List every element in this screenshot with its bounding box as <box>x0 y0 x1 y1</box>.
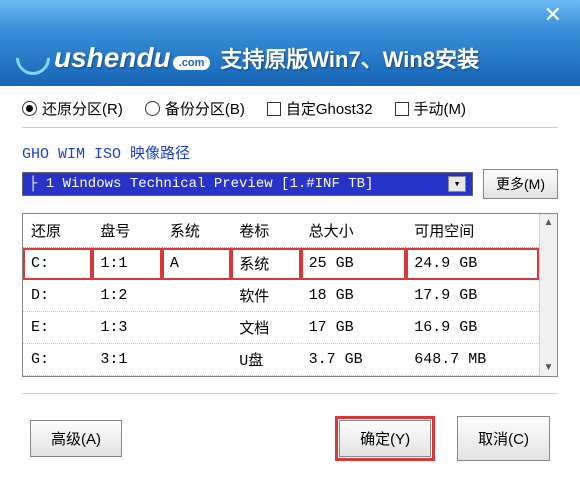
logo: ushendu.com <box>16 41 210 75</box>
ok-button[interactable]: 确定(Y) <box>339 420 431 457</box>
radio-on-icon <box>22 101 37 116</box>
check-ghost-label: 自定Ghost32 <box>286 98 373 119</box>
cell-num: 1:1 <box>92 248 161 280</box>
banner-slogan: 支持原版Win7、Win8安装 <box>220 42 479 74</box>
table-header-row: 还原 盘号 系统 卷标 总大小 可用空间 <box>23 214 539 248</box>
cell-label: 软件 <box>231 280 300 312</box>
check-manual[interactable]: 手动(M) <box>395 98 467 119</box>
radio-backup-label: 备份分区(B) <box>165 98 245 119</box>
radio-off-icon <box>145 101 160 116</box>
cell-drive: E: <box>23 312 92 344</box>
check-manual-label: 手动(M) <box>414 98 467 119</box>
image-path-value: ├ 1 Windows Technical Preview [1.#INF TB… <box>29 176 373 192</box>
cancel-button[interactable]: 取消(C) <box>457 416 550 461</box>
col-restore[interactable]: 还原 <box>23 214 92 248</box>
image-path-select[interactable]: ├ 1 Windows Technical Preview [1.#INF TB… <box>22 172 473 196</box>
cell-total: 17 GB <box>301 312 407 344</box>
cell-total: 3.7 GB <box>301 344 407 376</box>
footer: 高级(A) 确定(Y) 取消(C) <box>0 400 580 461</box>
cell-free: 17.9 GB <box>406 280 539 312</box>
chevron-down-icon[interactable]: ▾ <box>448 176 466 192</box>
more-button[interactable]: 更多(M) <box>483 169 558 199</box>
logo-swirl-icon <box>9 34 57 82</box>
partition-table: 还原 盘号 系统 卷标 总大小 可用空间 C:1:1A系统25 GB24.9 G… <box>22 213 558 377</box>
cell-drive: G: <box>23 344 92 376</box>
checkbox-icon <box>395 102 409 116</box>
cell-free: 648.7 MB <box>406 344 539 376</box>
cell-label: 文档 <box>231 312 300 344</box>
path-label: GHO WIM ISO 映像路径 <box>22 142 558 163</box>
title-bar: ✕ <box>0 0 580 30</box>
cell-sys <box>162 344 231 376</box>
cell-total: 25 GB <box>301 248 407 280</box>
mode-row: 还原分区(R) 备份分区(B) 自定Ghost32 手动(M) <box>22 98 558 119</box>
scrollbar[interactable]: ▲ ▼ <box>539 214 557 376</box>
radio-backup[interactable]: 备份分区(B) <box>145 98 245 119</box>
banner: ushendu.com 支持原版Win7、Win8安装 <box>0 30 580 86</box>
col-label[interactable]: 卷标 <box>231 214 300 248</box>
check-ghost[interactable]: 自定Ghost32 <box>267 98 373 119</box>
table-row[interactable]: G:3:1 U盘3.7 GB648.7 MB <box>23 344 539 376</box>
cell-num: 1:3 <box>92 312 161 344</box>
divider <box>22 393 558 394</box>
scroll-up-icon[interactable]: ▲ <box>544 214 554 231</box>
advanced-button[interactable]: 高级(A) <box>30 420 122 457</box>
cell-label: U盘 <box>231 344 300 376</box>
cell-label: 系统 <box>231 248 300 280</box>
cell-drive: D: <box>23 280 92 312</box>
cell-sys <box>162 312 231 344</box>
close-icon[interactable]: ✕ <box>538 2 568 28</box>
table-row[interactable]: D:1:2 软件18 GB17.9 GB <box>23 280 539 312</box>
cell-free: 24.9 GB <box>406 248 539 280</box>
checkbox-icon <box>267 102 281 116</box>
cell-total: 18 GB <box>301 280 407 312</box>
cell-drive: C: <box>23 248 92 280</box>
col-total[interactable]: 总大小 <box>301 214 407 248</box>
cell-free: 16.9 GB <box>406 312 539 344</box>
divider <box>22 127 558 128</box>
cell-num: 1:2 <box>92 280 161 312</box>
table-row[interactable]: C:1:1A系统25 GB24.9 GB <box>23 248 539 280</box>
cell-sys: A <box>162 248 231 280</box>
cell-num: 3:1 <box>92 344 161 376</box>
col-free[interactable]: 可用空间 <box>406 214 539 248</box>
radio-restore-label: 还原分区(R) <box>42 98 123 119</box>
logo-text: ushendu.com <box>54 42 210 74</box>
ok-button-highlight: 确定(Y) <box>335 416 435 461</box>
cell-sys <box>162 280 231 312</box>
table-row[interactable]: E:1:3 文档17 GB16.9 GB <box>23 312 539 344</box>
scroll-down-icon[interactable]: ▼ <box>544 359 554 376</box>
col-disknum[interactable]: 盘号 <box>92 214 161 248</box>
radio-restore[interactable]: 还原分区(R) <box>22 98 123 119</box>
col-system[interactable]: 系统 <box>162 214 231 248</box>
